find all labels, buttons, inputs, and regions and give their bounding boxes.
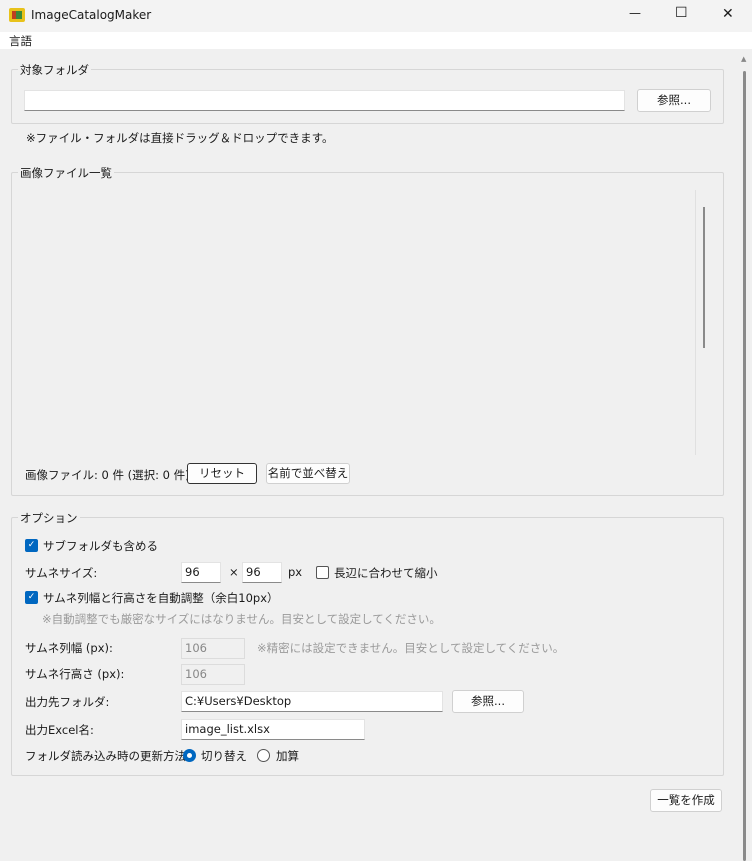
reset-button[interactable]: リセット [187, 463, 257, 484]
excel-name-label: 出力Excel名: [25, 723, 94, 737]
sort-by-name-button[interactable]: 名前で並べ替え [266, 463, 350, 484]
row-height-input[interactable]: 106 [181, 664, 245, 685]
app-icon [9, 8, 25, 22]
drag-drop-note: ※ファイル・フォルダは直接ドラッグ＆ドロップできます。 [26, 131, 334, 145]
col-width-label: サムネ列幅 (px): [25, 641, 113, 655]
menu-bar: 言語 [0, 32, 752, 49]
include-subfolders-checkbox[interactable]: ✓ [25, 539, 38, 552]
fit-long-side-checkbox[interactable] [316, 566, 329, 579]
title-bar: ImageCatalogMaker — ☐ ✕ [0, 0, 752, 32]
update-mode-add-label: 加算 [276, 749, 299, 763]
update-mode-switch-label: 切り替え [201, 749, 247, 763]
include-subfolders-label: サブフォルダも含める [43, 539, 158, 553]
col-width-input[interactable]: 106 [181, 638, 245, 659]
excel-name-input[interactable]: image_list.xlsx [181, 719, 365, 740]
auto-adjust-label: サムネ列幅と行高さを自動調整（余白10px） [43, 591, 279, 605]
create-list-button[interactable]: 一覧を作成 [650, 789, 722, 812]
file-list-title: 画像ファイル一覧 [18, 165, 114, 181]
row-height-label: サムネ行高さ (px): [25, 667, 125, 681]
maximize-button[interactable]: ☐ [675, 5, 688, 21]
update-mode-switch-radio[interactable] [183, 749, 196, 762]
update-mode-add-radio[interactable] [257, 749, 270, 762]
options-title: オプション [18, 510, 80, 526]
times-sign: × [229, 565, 239, 579]
target-folder-title: 対象フォルダ [18, 62, 91, 78]
thumb-width-input[interactable]: 96 [181, 562, 221, 583]
file-list-area[interactable] [20, 190, 696, 455]
output-folder-label: 出力先フォルダ: [25, 695, 110, 709]
auto-adjust-note: ※自動調整でも厳密なサイズにはなりません。目安として設定してください。 [42, 612, 441, 626]
output-folder-input[interactable]: C:¥Users¥Desktop [181, 691, 443, 712]
window-title: ImageCatalogMaker [31, 8, 152, 22]
auto-adjust-checkbox[interactable]: ✓ [25, 591, 38, 604]
fit-long-side-label: 長辺に合わせて縮小 [334, 566, 438, 580]
thumb-size-label: サムネサイズ: [25, 566, 98, 580]
file-list-scrollbar[interactable] [703, 207, 705, 348]
output-browse-button[interactable]: 参照... [452, 690, 524, 713]
px-unit: px [288, 565, 303, 579]
menu-language[interactable]: 言語 [9, 33, 32, 49]
update-mode-label: フォルダ読み込み時の更新方法: [25, 749, 190, 763]
thumb-height-input[interactable]: 96 [242, 562, 282, 583]
target-folder-input[interactable] [24, 90, 625, 111]
col-width-note: ※精密には設定できません。目安として設定してください。 [257, 641, 565, 655]
minimize-button[interactable]: — [629, 6, 641, 20]
list-divider [695, 190, 696, 455]
target-browse-button[interactable]: 参照... [637, 89, 711, 112]
vertical-scrollbar[interactable]: ▲ [737, 49, 752, 861]
close-button[interactable]: ✕ [722, 6, 734, 22]
file-count-status: 画像ファイル: 0 件 (選択: 0 件) [25, 468, 190, 482]
